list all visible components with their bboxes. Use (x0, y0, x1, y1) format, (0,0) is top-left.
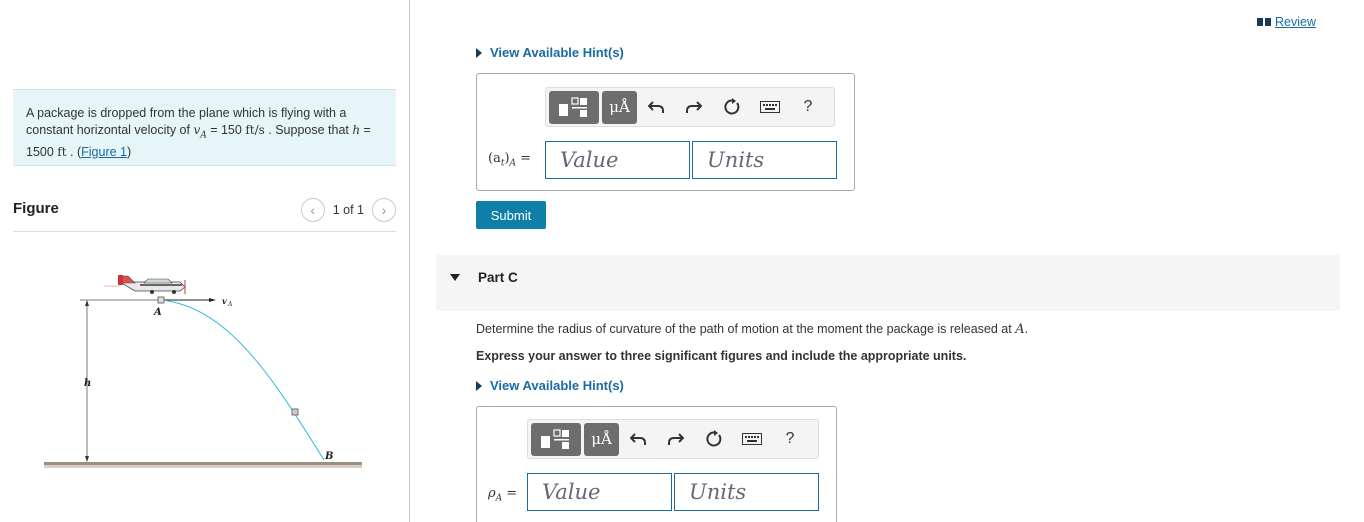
figure-link[interactable]: Figure 1 (81, 145, 127, 159)
figure-header: Figure ‹ 1 of 1 › (13, 196, 396, 232)
question-text: Determine the radius of curvature of the… (476, 322, 1016, 336)
redo-icon[interactable] (675, 91, 713, 124)
caret-down-icon (450, 274, 460, 281)
units-icon[interactable]: μÅ (602, 90, 637, 124)
part-c-title: Part C (478, 270, 518, 285)
undo-icon[interactable] (637, 91, 675, 124)
undo-icon[interactable] (619, 423, 657, 456)
figure-title: Figure (13, 200, 59, 217)
problem-text-mid: . Suppose that (264, 122, 353, 137)
figure-pager: ‹ 1 of 1 › (300, 198, 396, 222)
label-h: h (84, 378, 91, 389)
hint-toggle-part-b[interactable]: View Available Hint(s) (476, 45, 624, 60)
height-unit: ft (57, 144, 67, 159)
book-icon (1257, 18, 1271, 26)
hint-toggle-part-c[interactable]: View Available Hint(s) (476, 378, 624, 393)
answer-box-part-c: μÅ ? ρA = (476, 406, 837, 522)
label-vA: v (222, 296, 227, 306)
problem-statement: A package is dropped from the plane whic… (13, 89, 396, 166)
value-input[interactable] (527, 473, 672, 511)
submit-button[interactable]: Submit (476, 201, 546, 229)
var-h: h (352, 122, 361, 137)
part-c-instruction: Express your answer to three significant… (476, 349, 967, 363)
input-label-part-c: ρA = (488, 486, 517, 504)
review-link[interactable]: Review (1257, 15, 1316, 29)
pane-divider[interactable] (409, 0, 410, 522)
velocity-unit: ft/s (245, 122, 265, 137)
hint-label: View Available Hint(s) (490, 378, 624, 393)
answer-box-part-b: μÅ ? (at)A = (476, 73, 855, 191)
package-at-A (157, 296, 165, 304)
pager-text: 1 of 1 (332, 203, 364, 217)
chevron-left-icon[interactable]: ‹ (300, 198, 325, 222)
template-icon[interactable] (531, 422, 581, 456)
help-icon[interactable]: ? (771, 423, 809, 456)
value-input[interactable] (545, 141, 690, 179)
question-var: A (1015, 322, 1025, 337)
package-midair (291, 408, 299, 416)
math-toolbar: μÅ ? (545, 87, 835, 127)
review-label: Review (1275, 15, 1316, 29)
airplane-icon (104, 275, 186, 294)
hint-label: View Available Hint(s) (490, 45, 624, 60)
caret-right-icon (476, 380, 482, 391)
label-eq: = (516, 151, 532, 166)
input-label-part-b: (at)A = (488, 151, 531, 169)
help-icon[interactable]: ? (789, 91, 827, 124)
label-A: A (153, 307, 162, 318)
units-icon[interactable]: μÅ (584, 422, 619, 456)
keyboard-icon[interactable] (733, 423, 771, 456)
part-c-header[interactable]: Part C (436, 255, 1340, 311)
math-toolbar: μÅ ? (527, 419, 819, 459)
redo-icon[interactable] (657, 423, 695, 456)
units-input[interactable] (692, 141, 837, 179)
chevron-right-icon[interactable]: › (372, 198, 396, 222)
figure-image: h v A A B (44, 275, 362, 468)
reset-icon[interactable] (695, 423, 733, 456)
part-c-question: Determine the radius of curvature of the… (476, 322, 1028, 337)
left-pane: A package is dropped from the plane whic… (0, 0, 409, 522)
label-rho: ρ (488, 486, 496, 501)
reset-icon[interactable] (713, 91, 751, 124)
label-vA-sub: A (227, 301, 233, 308)
template-icon[interactable] (549, 90, 599, 124)
velocity-value: = 150 (206, 122, 246, 137)
label-main: (a (488, 151, 501, 166)
units-input[interactable] (674, 473, 819, 511)
ground (44, 462, 362, 465)
problem-close-paren: ) (127, 144, 132, 159)
keyboard-icon[interactable] (751, 91, 789, 124)
problem-text-after: . ( (66, 144, 82, 159)
label-eq: = (502, 486, 518, 501)
question-end: . (1024, 322, 1029, 336)
caret-right-icon (476, 47, 482, 58)
label-B: B (324, 451, 333, 462)
trajectory-path (160, 299, 325, 461)
